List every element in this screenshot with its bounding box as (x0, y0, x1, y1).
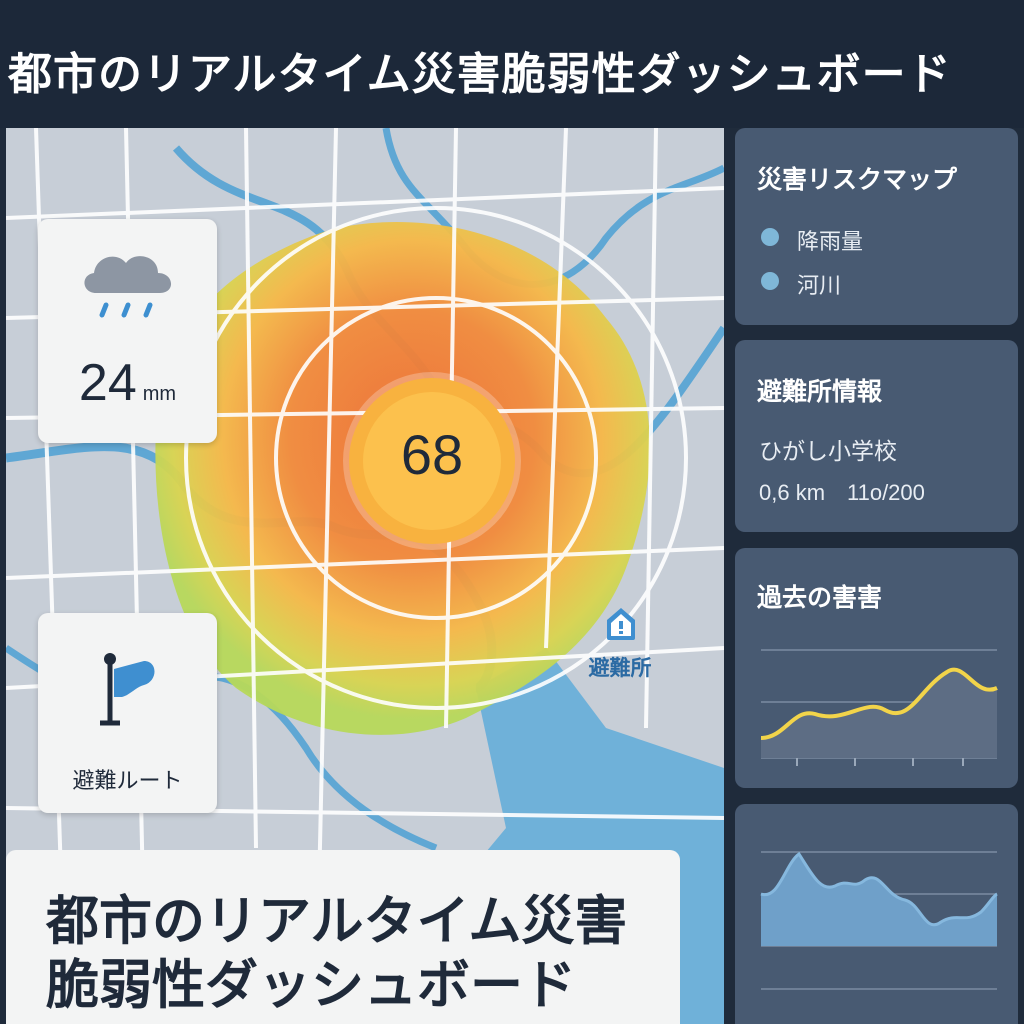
chart-area (761, 669, 997, 758)
risk-map-title: 災害リスクマップ (757, 165, 958, 194)
trend-chart (760, 851, 998, 990)
bottom-title: 都市のリアルタイム災害 脆弱性ダッシュボード (46, 890, 666, 1018)
risk-map[interactable]: 24 mm 避難ルート 68 避難所 都市のリアルタイム災害 脆弱性ダッシュボード (6, 128, 724, 1024)
rainfall-unit: mm (142, 383, 177, 405)
past-disasters-chart (760, 649, 998, 766)
legend-dot (761, 228, 779, 246)
shelter-marker-label: 避難所 (588, 656, 652, 680)
trend-area (761, 854, 997, 946)
past-disasters-card[interactable]: 過去の害害 (735, 548, 1018, 788)
rain-cloud-icon (84, 256, 172, 318)
shelter-distance: 0,6 km (759, 480, 826, 505)
road (6, 186, 724, 220)
bottom-title-card: 都市のリアルタイム災害 脆弱性ダッシュボード (6, 850, 680, 1024)
house-alert-icon[interactable] (605, 606, 637, 642)
evacuation-route-card[interactable]: 避難ルート (38, 613, 217, 813)
legend-label: 河川 (797, 274, 842, 299)
vulnerability-score: 68 (400, 423, 464, 486)
page-title: 都市のリアルタイム災害脆弱性ダッシュボード (8, 49, 952, 100)
evacuation-route-label: 避難ルート (72, 769, 183, 794)
shelter-name: ひがし小学校 (759, 439, 897, 465)
rainfall-reading: 24 mm (38, 353, 217, 413)
vulnerability-score-badge[interactable]: 68 (349, 378, 515, 544)
app-header: 都市のリアルタイム災害脆弱性ダッシュボード (0, 0, 1024, 128)
bottom-title-line2: 脆弱性ダッシュボード (46, 955, 576, 1016)
flag-icon (100, 653, 155, 726)
shelter-capacity: 11o/200 (847, 480, 925, 505)
shelter-info-title: 避難所情報 (757, 377, 883, 406)
trend-card[interactable] (735, 804, 1018, 1024)
rainfall-value: 24 (78, 354, 137, 412)
legend-label: 降雨量 (797, 230, 864, 255)
shelter-info-card[interactable]: 避難所情報 ひがし小学校 0,6 km 11o/200 (735, 340, 1018, 532)
risk-map-card[interactable]: 災害リスクマップ 降雨量 河川 (735, 128, 1018, 325)
legend-dot (761, 272, 779, 290)
rainfall-card[interactable]: 24 mm (38, 219, 217, 443)
bottom-title-line1: 都市のリアルタイム災害 (46, 891, 628, 952)
